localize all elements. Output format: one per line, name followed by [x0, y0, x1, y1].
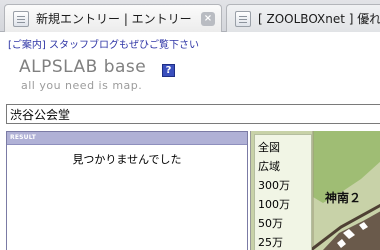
search-input[interactable]: [6, 104, 380, 124]
tab-title: [ ZOOLBOXnet ] 優れたWeb: [258, 12, 380, 26]
result-panel: RESULT 見つかりませんでした: [6, 131, 248, 250]
browser-tab-bar: 新規エントリー | エントリー | ZOO × [ ZOOLBOXnet ] 優…: [0, 0, 380, 32]
site-logo[interactable]: ALPSLAB base: [19, 57, 146, 77]
scale-option[interactable]: 広域: [255, 157, 311, 176]
scale-option[interactable]: 50万: [255, 214, 311, 233]
page-icon: [235, 10, 251, 27]
close-icon[interactable]: ×: [201, 11, 215, 26]
scale-option[interactable]: 100万: [255, 195, 311, 214]
site-tagline: all you need is map.: [21, 79, 143, 92]
staff-blog-link[interactable]: [ご案内] スタッフブログもぜひご覧下さい: [8, 36, 199, 51]
scale-option[interactable]: 全図: [255, 138, 311, 157]
scale-option[interactable]: 25万: [255, 233, 311, 250]
scale-option[interactable]: 300万: [255, 176, 311, 195]
help-icon[interactable]: ?: [162, 64, 175, 77]
tab-title: 新規エントリー | エントリー | ZOO: [36, 12, 197, 26]
browser-tab[interactable]: [ ZOOLBOXnet ] 優れたWeb: [226, 4, 380, 32]
no-results-message: 見つかりませんでした: [72, 153, 182, 166]
result-header: RESULT: [7, 132, 247, 145]
browser-tab[interactable]: 新規エントリー | エントリー | ZOO ×: [4, 4, 222, 32]
map-place-label: 神南２: [325, 191, 362, 205]
map-scale-menu: 全図 広域 300万 100万 50万 25万: [254, 134, 312, 250]
page-icon: [13, 10, 29, 27]
